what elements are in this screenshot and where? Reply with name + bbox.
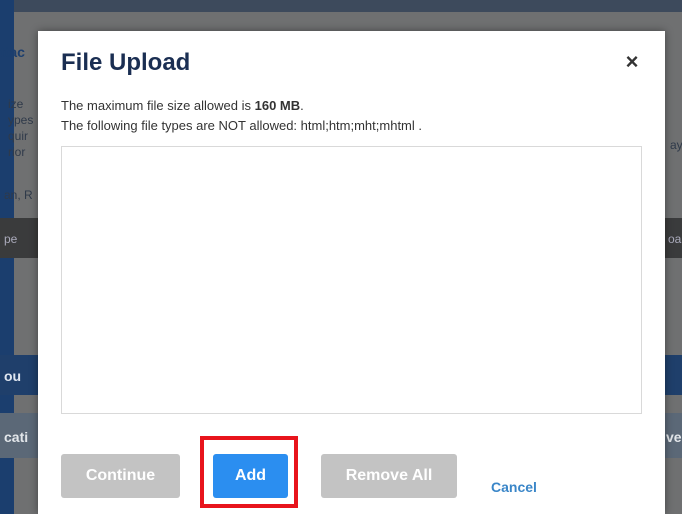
add-button-highlight [200,436,298,508]
file-list-area[interactable] [61,146,642,414]
background-text: pe [4,232,18,246]
background-text: rior [8,145,26,159]
background-text: oa [668,232,682,246]
max-size-prefix: The maximum file size allowed is [61,98,255,113]
background-text: ve [666,429,682,445]
background-topbar [0,0,682,12]
disallowed-file-types-text: The following file types are NOT allowed… [61,118,422,133]
background-text: ou [4,368,22,384]
dialog-title: File Upload [61,49,191,76]
close-icon[interactable]: × [621,51,643,73]
background-text: ize [8,97,24,111]
background-text: ay [670,138,682,152]
background-text: ttac [0,44,25,60]
max-size-value: 160 MB [254,98,301,113]
remove-all-button[interactable]: Remove All [321,454,457,498]
background-text: quir [8,129,29,143]
max-file-size-text: The maximum file size allowed is 160 MB. [61,98,304,113]
file-upload-dialog: File Upload × The maximum file size allo… [38,31,665,514]
background-text: ypes [8,113,34,127]
max-size-suffix: . [300,98,304,113]
cancel-link[interactable]: Cancel [491,479,537,495]
background-text: an, R [4,188,33,202]
background-text: cati [4,429,29,445]
continue-button[interactable]: Continue [61,454,180,498]
